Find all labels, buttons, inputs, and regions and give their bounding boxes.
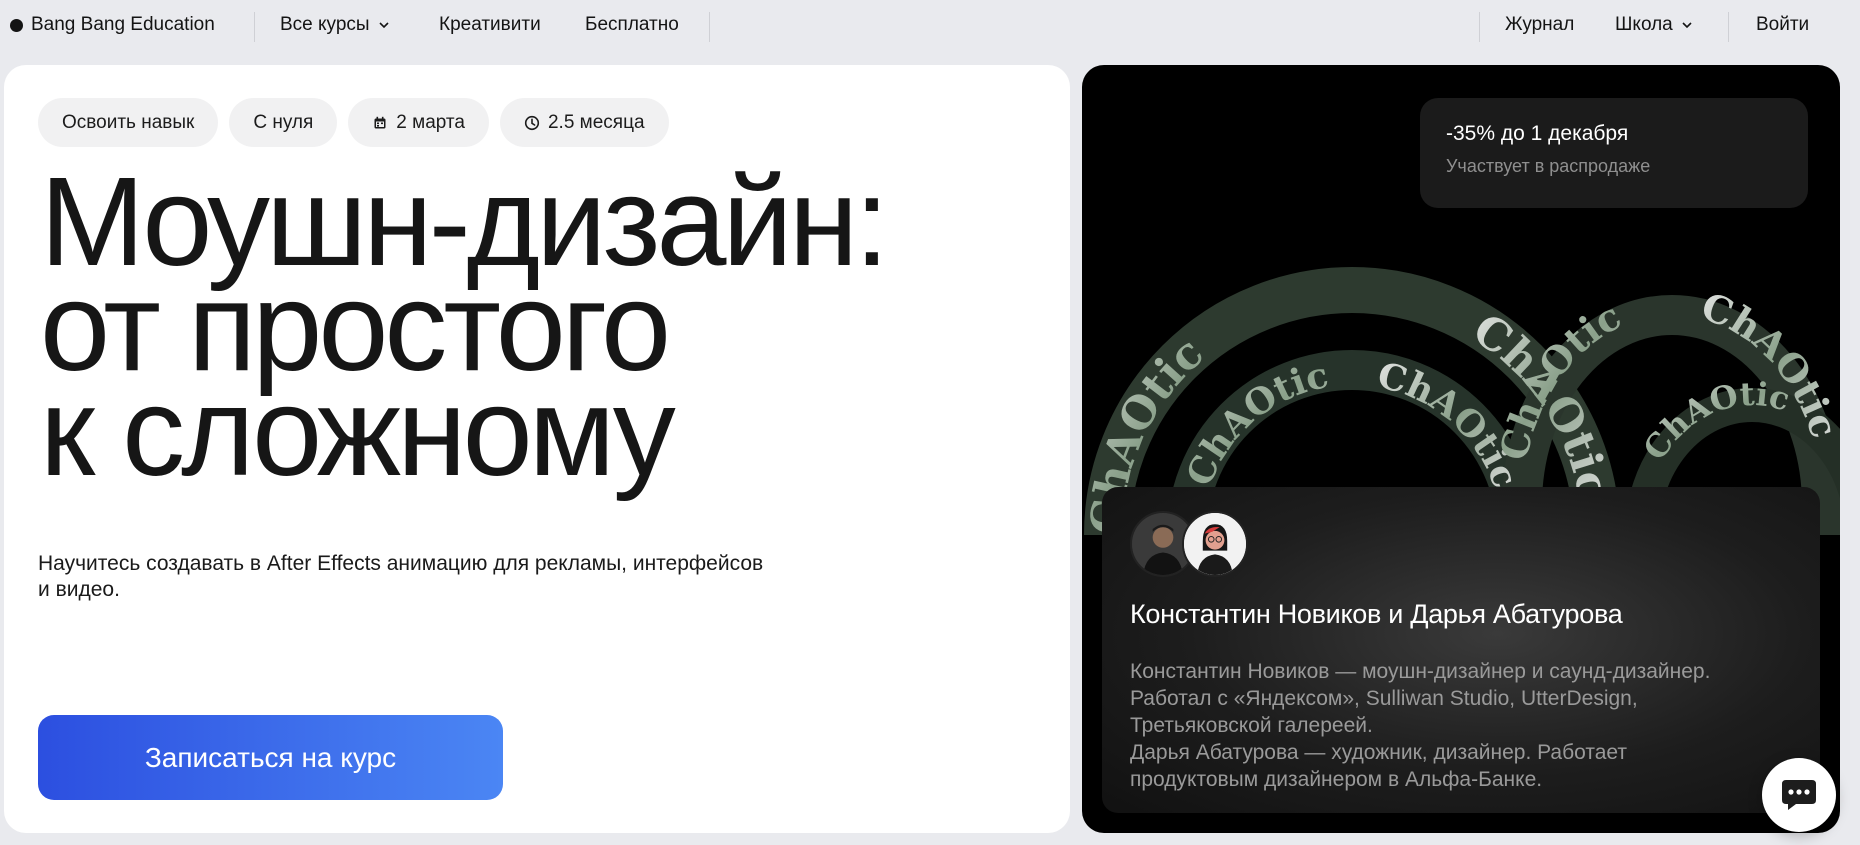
nav-divider: [709, 12, 710, 42]
teachers-bio-line: Дарья Абатурова — художник, дизайнер. Ра…: [1130, 741, 1628, 764]
tag-start-date: 2 марта: [348, 98, 489, 147]
sale-badge: -35% до 1 декабря Участвует в распродаже: [1420, 98, 1808, 208]
teachers-bio-line: Работал с «Яндексом», Sulliwan Studio, U…: [1130, 687, 1638, 710]
course-description-line: и видео.: [38, 578, 120, 601]
tag-duration-label: 2.5 месяца: [547, 111, 645, 133]
nav-divider: [1479, 12, 1480, 42]
nav-all-courses[interactable]: Все курсы: [280, 14, 390, 36]
login-link[interactable]: Войти: [1756, 14, 1809, 36]
tag-level-label: С нуля: [253, 111, 314, 133]
course-title: Моушн-дизайн: от простого к сложному: [40, 159, 1040, 502]
tag-skill: Освоить навык: [38, 98, 219, 147]
nav-school-label: Школа: [1615, 14, 1673, 35]
nav-school[interactable]: Школа: [1615, 14, 1693, 36]
teachers-name: Константин Новиков и Дарья Абатурова: [1130, 599, 1623, 629]
teachers-card: Константин Новиков и Дарья Абатурова Кон…: [1102, 487, 1820, 813]
course-title-line: к сложному: [40, 361, 676, 502]
clock-icon: [524, 115, 540, 130]
tag-skill-label: Освоить навык: [62, 111, 195, 133]
top-navigation: Bang Bang Education Все курсы Креативити…: [0, 0, 1860, 54]
tag-duration: 2.5 месяца: [499, 98, 669, 147]
teachers-bio: Константин Новиков — моушн-дизайнер и са…: [1130, 658, 1790, 793]
nav-free[interactable]: Бесплатно: [585, 14, 679, 36]
course-promo-card: ChAOtic ChAOtic ChAOtic ChAOtic ChAOtic …: [1082, 65, 1840, 833]
teachers-bio-line: Третьяковской галереей.: [1130, 714, 1373, 737]
nav-divider: [1728, 12, 1729, 42]
course-tags: Освоить навык С нуля 2 марта 2.5 месяца: [38, 98, 669, 147]
chevron-down-icon: [1682, 22, 1692, 29]
course-description-line: Научитесь создавать в After Effects аним…: [38, 552, 764, 575]
tag-start-date-label: 2 марта: [396, 111, 465, 133]
nav-creativity[interactable]: Креативити: [439, 14, 541, 36]
brand-logo[interactable]: Bang Bang Education: [10, 14, 215, 36]
chat-icon: [1782, 780, 1816, 810]
brand-name: Bang Bang Education: [31, 14, 215, 35]
chat-button[interactable]: [1762, 758, 1836, 832]
tag-level: С нуля: [229, 98, 338, 147]
course-description: Научитесь создавать в After Effects аним…: [38, 551, 838, 603]
sale-subtitle: Участвует в распродаже: [1446, 156, 1651, 176]
teachers-bio-line: Константин Новиков — моушн-дизайнер и са…: [1130, 660, 1711, 683]
nav-divider: [254, 12, 255, 42]
brand-dot-icon: [10, 18, 23, 32]
avatar: [1182, 511, 1248, 577]
course-hero-card: Освоить навык С нуля 2 марта 2.5 месяца: [4, 65, 1070, 833]
teacher-avatars: [1130, 511, 1792, 581]
nav-journal[interactable]: Журнал: [1505, 14, 1574, 36]
calendar-icon: [374, 116, 386, 128]
nav-all-courses-label: Все курсы: [280, 14, 370, 35]
chevron-down-icon: [378, 22, 389, 29]
sale-title: -35% до 1 декабря: [1446, 122, 1629, 145]
teachers-bio-line: продуктовым дизайнером в Альфа-Банке.: [1130, 768, 1543, 791]
enroll-button[interactable]: Записаться на курс: [38, 715, 503, 800]
